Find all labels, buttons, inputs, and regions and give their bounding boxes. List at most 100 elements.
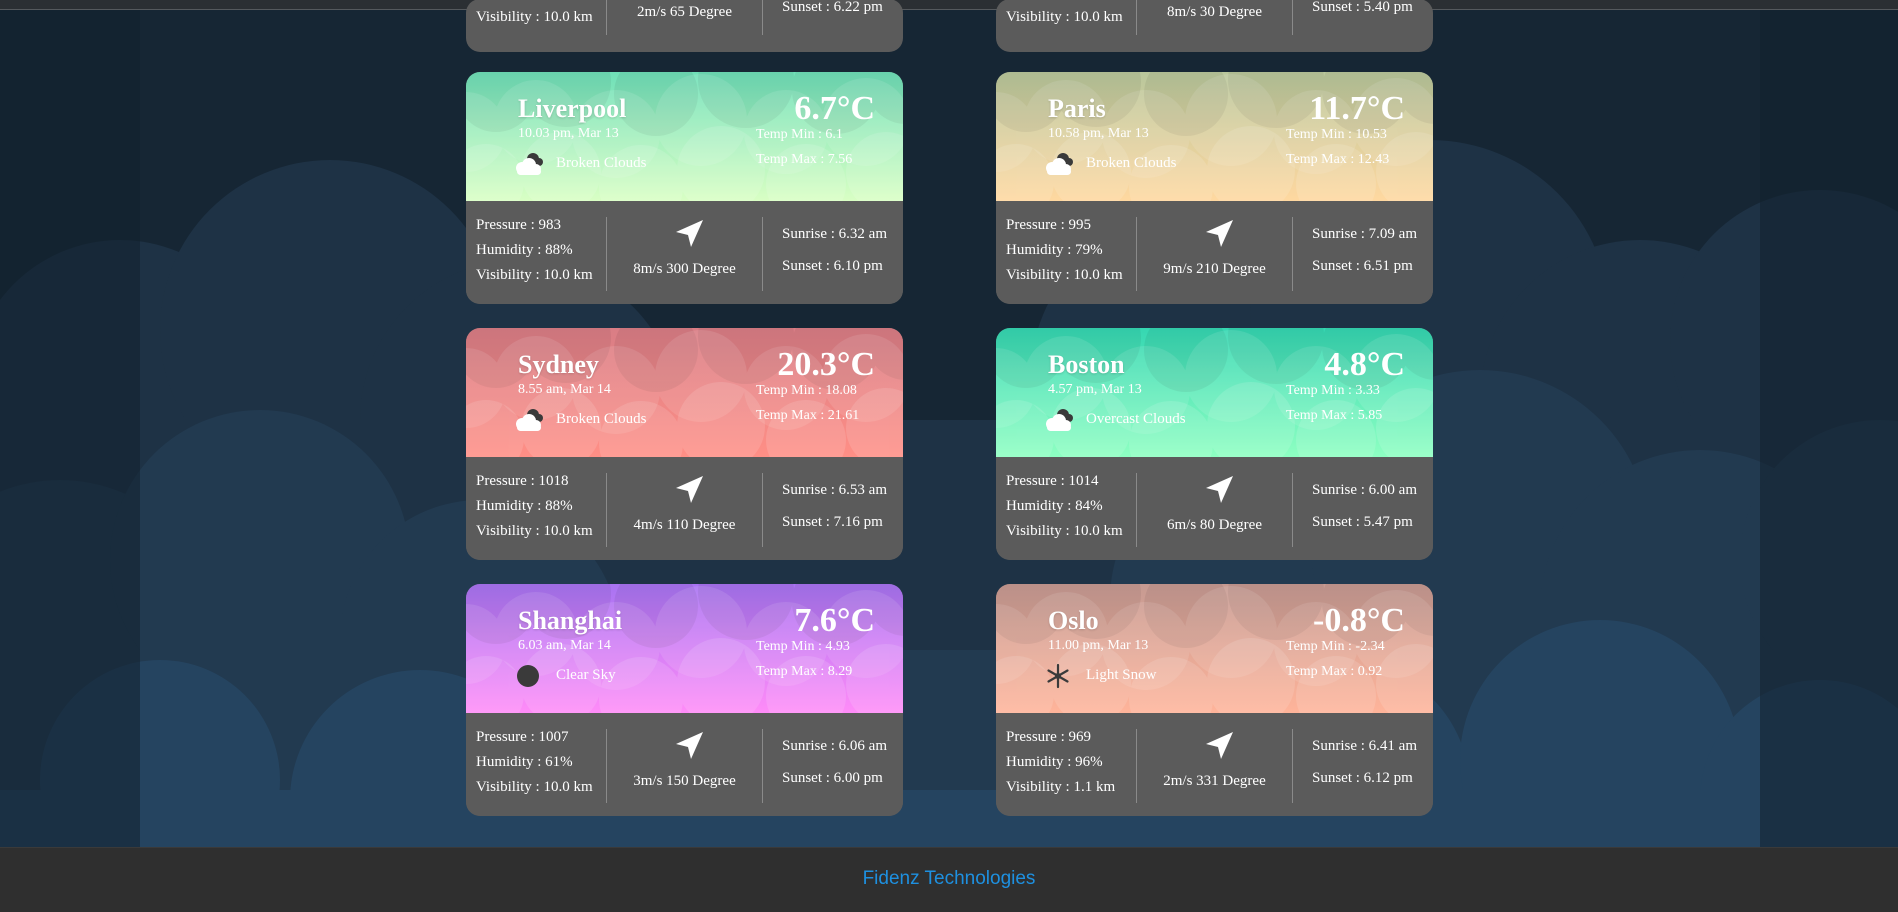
divider <box>762 729 763 803</box>
city-name: Paris <box>1048 94 1106 123</box>
temp-max: Temp Max : 8.29 <box>756 664 853 679</box>
card-details: Pressure : 1018 Humidity : 88% Visibilit… <box>466 457 903 560</box>
snowflake-icon <box>1047 663 1069 689</box>
city-card[interactable]: Shanghai 6.03 am, Mar 14 Clear Sky 7.6°C… <box>466 584 903 816</box>
sunrise-text: Sunrise : 6.32 am <box>782 226 887 242</box>
sunrise-text: Sunrise : 7.09 am <box>1312 226 1417 242</box>
card-details: Pressure : 983 Humidity : 88% Visibility… <box>466 201 903 304</box>
divider <box>762 217 763 291</box>
divider <box>1136 729 1137 803</box>
cloud-icon <box>1046 409 1073 431</box>
pressure-text: Pressure : 983 <box>476 217 561 233</box>
wind-text: 4m/s 110 Degree <box>633 517 736 533</box>
current-temperature: 7.6°C <box>794 602 875 639</box>
visibility-text: Visibility : 10.0 km <box>476 779 593 795</box>
wind-text: 2m/s 65 Degree <box>637 4 732 20</box>
card-header: Oslo 11.00 pm, Mar 13 Light Snow -0.8°C … <box>996 584 1433 713</box>
visibility-text: Visibility : 1.1 km <box>1006 779 1116 795</box>
visibility-text: Visibility : 10.0 km <box>1006 267 1123 283</box>
humidity-text: Humidity : 88% <box>476 498 573 514</box>
weather-condition: Broken Clouds <box>556 155 647 171</box>
divider <box>762 0 763 35</box>
temp-min: Temp Min : 4.93 <box>756 639 850 654</box>
card-details: Pressure : 1007 Humidity : 61% Visibilit… <box>466 713 903 816</box>
city-card[interactable]: Sydney 8.55 am, Mar 14 Broken Clouds 20.… <box>466 328 903 560</box>
cloud-icon <box>1046 153 1073 175</box>
wind-direction-icon <box>1206 220 1233 247</box>
sunset-text: Sunset : 6.51 pm <box>1312 258 1413 274</box>
humidity-text: Humidity : 79% <box>1006 242 1103 258</box>
sunrise-text: Sunrise : 6.06 am <box>782 738 887 754</box>
sunrise-text: Sunrise : 6.53 am <box>782 482 887 498</box>
local-datetime: 10.03 pm, Mar 13 <box>518 126 619 141</box>
temp-min: Temp Min : 10.53 <box>1286 127 1387 142</box>
divider <box>1136 473 1137 547</box>
local-datetime: 4.57 pm, Mar 13 <box>1048 382 1142 397</box>
visibility-text: Visibility : 10.0 km <box>1006 9 1123 25</box>
local-datetime: 10.58 pm, Mar 13 <box>1048 126 1149 141</box>
sunset-text: Sunset : 6.00 pm <box>782 770 883 786</box>
divider <box>1292 217 1293 291</box>
city-card-partial: Visibility : 10.0 km 2m/s 65 Degree Suns… <box>466 0 903 52</box>
city-card[interactable]: Boston 4.57 pm, Mar 13 Overcast Clouds 4… <box>996 328 1433 560</box>
footer-brand-link[interactable]: Fidenz Technologies <box>0 868 1898 890</box>
sun-icon <box>517 665 539 687</box>
wind-text: 2m/s 331 Degree <box>1163 773 1266 789</box>
wind-text: 3m/s 150 Degree <box>633 773 736 789</box>
city-card[interactable]: Liverpool 10.03 pm, Mar 13 Broken Clouds… <box>466 72 903 304</box>
city-name: Oslo <box>1048 606 1099 635</box>
temp-max: Temp Max : 21.61 <box>756 408 860 423</box>
humidity-text: Humidity : 61% <box>476 754 573 770</box>
sunset-text: Sunset : 7.16 pm <box>782 514 883 530</box>
divider <box>606 473 607 547</box>
humidity-text: Humidity : 88% <box>476 242 573 258</box>
divider <box>606 729 607 803</box>
city-card-partial: Visibility : 10.0 km 8m/s 30 Degree Suns… <box>996 0 1433 52</box>
wind-direction-icon <box>1206 476 1233 503</box>
card-header: Sydney 8.55 am, Mar 14 Broken Clouds 20.… <box>466 328 903 457</box>
temp-min: Temp Min : 18.08 <box>756 383 857 398</box>
visibility-text: Visibility : 10.0 km <box>476 9 593 25</box>
divider <box>606 217 607 291</box>
temp-max: Temp Max : 7.56 <box>756 152 853 167</box>
local-datetime: 6.03 am, Mar 14 <box>518 638 611 653</box>
pressure-text: Pressure : 1018 <box>476 473 569 489</box>
divider <box>762 473 763 547</box>
city-card[interactable]: Paris 10.58 pm, Mar 13 Broken Clouds 11.… <box>996 72 1433 304</box>
pressure-text: Pressure : 1007 <box>476 729 569 745</box>
current-temperature: 6.7°C <box>794 90 875 127</box>
city-card[interactable]: Oslo 11.00 pm, Mar 13 Light Snow -0.8°C … <box>996 584 1433 816</box>
card-header: Shanghai 6.03 am, Mar 14 Clear Sky 7.6°C… <box>466 584 903 713</box>
temp-min: Temp Min : 6.1 <box>756 127 843 142</box>
pressure-text: Pressure : 969 <box>1006 729 1091 745</box>
card-details: Pressure : 995 Humidity : 79% Visibility… <box>996 201 1433 304</box>
city-name: Shanghai <box>518 606 623 635</box>
sunrise-text: Sunrise : 6.00 am <box>1312 482 1417 498</box>
local-datetime: 8.55 am, Mar 14 <box>518 382 611 397</box>
sunset-text: Sunset : 6.10 pm <box>782 258 883 274</box>
current-temperature: 20.3°C <box>777 346 875 383</box>
temp-min: Temp Min : -2.34 <box>1286 639 1385 654</box>
cloud-icon <box>516 409 543 431</box>
local-datetime: 11.00 pm, Mar 13 <box>1048 638 1149 653</box>
humidity-text: Humidity : 84% <box>1006 498 1103 514</box>
sunset-text: Sunset : 5.47 pm <box>1312 514 1413 530</box>
card-header: Paris 10.58 pm, Mar 13 Broken Clouds 11.… <box>996 72 1433 201</box>
weather-condition: Clear Sky <box>556 667 616 683</box>
city-cards-grid: Visibility : 10.0 km 2m/s 65 Degree Suns… <box>0 0 1898 912</box>
visibility-text: Visibility : 10.0 km <box>476 267 593 283</box>
weather-condition: Overcast Clouds <box>1086 411 1186 427</box>
divider <box>1136 217 1137 291</box>
city-name: Liverpool <box>518 94 627 123</box>
sunset-text: Sunset : 6.12 pm <box>1312 770 1413 786</box>
wind-direction-icon <box>676 732 703 759</box>
card-details: Pressure : 969 Humidity : 96% Visibility… <box>996 713 1433 816</box>
card-header: Boston 4.57 pm, Mar 13 Overcast Clouds 4… <box>996 328 1433 457</box>
current-temperature: -0.8°C <box>1313 602 1405 639</box>
sunset-text: Sunset : 6.22 pm <box>782 0 883 15</box>
visibility-text: Visibility : 10.0 km <box>476 523 593 539</box>
sunrise-text: Sunrise : 6.41 am <box>1312 738 1417 754</box>
divider <box>1292 0 1293 35</box>
humidity-text: Humidity : 96% <box>1006 754 1103 770</box>
weather-condition: Broken Clouds <box>1086 155 1177 171</box>
